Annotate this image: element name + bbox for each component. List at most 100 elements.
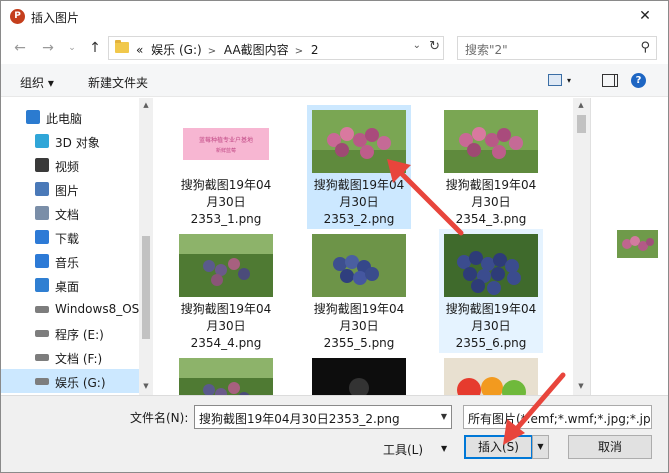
organize-button[interactable]: 组织 ▾ — [20, 74, 54, 91]
file-tile[interactable]: 搜狗截图19年04 月30日 2354_3.png — [439, 105, 543, 229]
insert-options-icon[interactable]: ▼ — [532, 435, 549, 459]
new-folder-button[interactable]: 新建文件夹 — [88, 74, 148, 91]
address-dropdown-icon[interactable]: ⌄ — [413, 40, 421, 51]
filename-field[interactable]: 搜狗截图19年04月30日2353_2.png ▼ — [194, 405, 452, 429]
file-tile[interactable] — [439, 353, 543, 395]
file-thumbnail — [179, 358, 273, 395]
file-thumbnail: 蓝莓种植专业户基地 新鲜蓝莓 — [179, 110, 273, 173]
tools-button[interactable]: 工具(L) — [383, 441, 423, 458]
file-tile[interactable] — [307, 353, 411, 395]
picture-icon — [35, 182, 49, 196]
file-name-line: 2354_3.png — [455, 212, 527, 226]
preview-pane-icon[interactable] — [602, 74, 618, 87]
sidebar-item[interactable]: 视频 — [1, 153, 139, 177]
up-arrow-icon[interactable]: ↑ — [85, 38, 105, 58]
download-icon — [35, 230, 49, 244]
video-icon — [35, 158, 49, 172]
sidebar-item[interactable]: 桌面 — [1, 273, 139, 297]
filename-value[interactable]: 搜狗截图19年04月30日2353_2.png — [199, 410, 400, 427]
sidebar-item[interactable]: 3D 对象 — [1, 129, 139, 153]
sidebar-item[interactable]: 程序 (E:) — [1, 321, 139, 345]
address-bar[interactable]: « 娱乐 (G:) > AA截图内容 > 2 ⌄ ↻ — [108, 36, 444, 60]
powerpoint-icon: P — [10, 9, 25, 24]
file-tile[interactable]: 搜狗截图19年04 月30日 2355_6.png — [439, 229, 543, 353]
sidebar-item-label: 娱乐 (G:) — [55, 376, 106, 390]
svg-text:新鲜蓝莓: 新鲜蓝莓 — [216, 147, 236, 154]
help-icon[interactable]: ? — [631, 73, 646, 88]
sidebar-item-label: 下载 — [55, 232, 80, 246]
view-options-icon[interactable] — [548, 74, 562, 86]
file-tile[interactable]: 搜狗截图19年04 月30日 2354_4.png — [174, 229, 278, 353]
breadcrumb-folder[interactable]: AA截图内容 — [224, 43, 289, 57]
file-tile[interactable]: 搜狗截图19年04 月30日 2353_2.png — [307, 105, 411, 229]
sidebar-item[interactable]: 文档 (F:) — [1, 345, 139, 369]
view-dropdown-icon[interactable]: ▾ — [567, 76, 571, 85]
window-title: 插入图片 — [31, 11, 80, 25]
sidebar-item[interactable]: Windows8_OS — [1, 297, 139, 321]
file-tile[interactable]: 搜狗截图19年04 月30日 2355_5.png — [307, 229, 411, 353]
cube-3d-icon — [35, 134, 49, 148]
refresh-icon[interactable]: ↻ — [429, 39, 440, 54]
scroll-up-icon[interactable]: ▲ — [142, 101, 150, 109]
sidebar-item[interactable]: 此电脑 — [1, 105, 139, 129]
chevron-down-icon[interactable]: ⌄ — [62, 38, 82, 58]
sidebar-item[interactable]: 图片 — [1, 177, 139, 201]
drive-icon — [35, 330, 49, 337]
preview-pane — [590, 98, 668, 395]
file-name-line: 搜狗截图19年04 — [180, 302, 272, 316]
sidebar-item-label: 桌面 — [55, 280, 80, 294]
sidebar-item-label: 图片 — [55, 184, 80, 198]
close-button[interactable]: ✕ — [622, 1, 668, 32]
file-name: 搜狗截图19年04 月30日 2355_5.png — [307, 301, 411, 352]
file-name-line: 2355_6.png — [455, 336, 527, 350]
search-icon[interactable]: ⚲ — [640, 40, 650, 55]
breadcrumb-current[interactable]: 2 — [311, 43, 319, 57]
file-name-line: 2353_2.png — [323, 212, 395, 226]
sidebar-item-label: 3D 对象 — [55, 136, 100, 150]
file-list-scroll-thumb[interactable] — [577, 115, 586, 133]
chevron-right-icon: > — [294, 46, 304, 57]
sidebar-item-label: 文档 — [55, 208, 80, 222]
tools-dropdown-icon[interactable]: ▼ — [441, 444, 447, 453]
filetype-select[interactable]: 所有图片(*.emf;*.wmf;*.jpg;*.jpeg — [463, 405, 652, 429]
sidebar-item-label: Windows8_OS — [55, 302, 140, 316]
preview-image — [617, 230, 658, 258]
sidebar-item[interactable]: 音乐 — [1, 249, 139, 273]
file-tile[interactable]: 蓝莓种植专业户基地 新鲜蓝莓 搜狗截图19年04 月30日 2353_1.png — [174, 105, 278, 229]
breadcrumb-drive[interactable]: 娱乐 (G:) — [151, 43, 202, 57]
sidebar-scroll-thumb[interactable] — [142, 236, 150, 339]
filename-label: 文件名(N): — [130, 411, 189, 425]
filetype-value[interactable]: 所有图片(*.emf;*.wmf;*.jpg;*.jpeg — [468, 410, 651, 427]
sidebar-item[interactable]: 下载 — [1, 225, 139, 249]
insert-button[interactable]: 插入(S) — [464, 435, 533, 459]
back-arrow-icon[interactable]: ← — [10, 38, 30, 58]
chevron-down-icon[interactable]: ▼ — [441, 412, 447, 421]
file-name-line: 月30日 — [471, 195, 511, 209]
search-input[interactable]: 搜索"2" — [465, 41, 508, 58]
search-box[interactable]: 搜索"2" ⚲ — [457, 36, 657, 60]
svg-text:蓝莓种植专业户基地: 蓝莓种植专业户基地 — [199, 136, 253, 144]
sidebar-item-label: 程序 (E:) — [55, 328, 104, 342]
sidebar-item-label: 文档 (F:) — [55, 352, 103, 366]
file-tile[interactable] — [174, 353, 278, 395]
scroll-down-icon[interactable]: ▼ — [577, 382, 585, 390]
file-list-scrollbar[interactable]: ▲ ▼ — [573, 98, 590, 395]
cancel-button[interactable]: 取消 — [568, 435, 652, 459]
forward-arrow-icon[interactable]: → — [38, 38, 58, 58]
file-name-line: 2355_5.png — [323, 336, 395, 350]
file-name-line: 月30日 — [339, 195, 379, 209]
sidebar-item-label: 此电脑 — [46, 112, 83, 126]
file-name-line: 搜狗截图19年04 — [445, 178, 537, 192]
sidebar-scrollbar[interactable]: ▲ ▼ — [139, 98, 153, 395]
sidebar-item[interactable]: 文档 — [1, 201, 139, 225]
file-name-line: 搜狗截图19年04 — [180, 178, 272, 192]
folder-icon — [115, 40, 129, 53]
insert-picture-dialog: P 插入图片 ✕ ← → ⌄ ↑ « 娱乐 (G:) > AA截图内容 > 2 ⌄ … — [0, 0, 669, 473]
file-name: 搜狗截图19年04 月30日 2354_3.png — [439, 177, 543, 228]
scroll-down-icon[interactable]: ▼ — [142, 382, 150, 390]
computer-icon — [26, 110, 40, 124]
sidebar-item[interactable]: 娱乐 (G:) — [1, 369, 139, 393]
scroll-up-icon[interactable]: ▲ — [577, 101, 585, 109]
breadcrumb-overflow[interactable]: « — [136, 43, 143, 57]
chevron-right-icon: > — [207, 46, 217, 57]
